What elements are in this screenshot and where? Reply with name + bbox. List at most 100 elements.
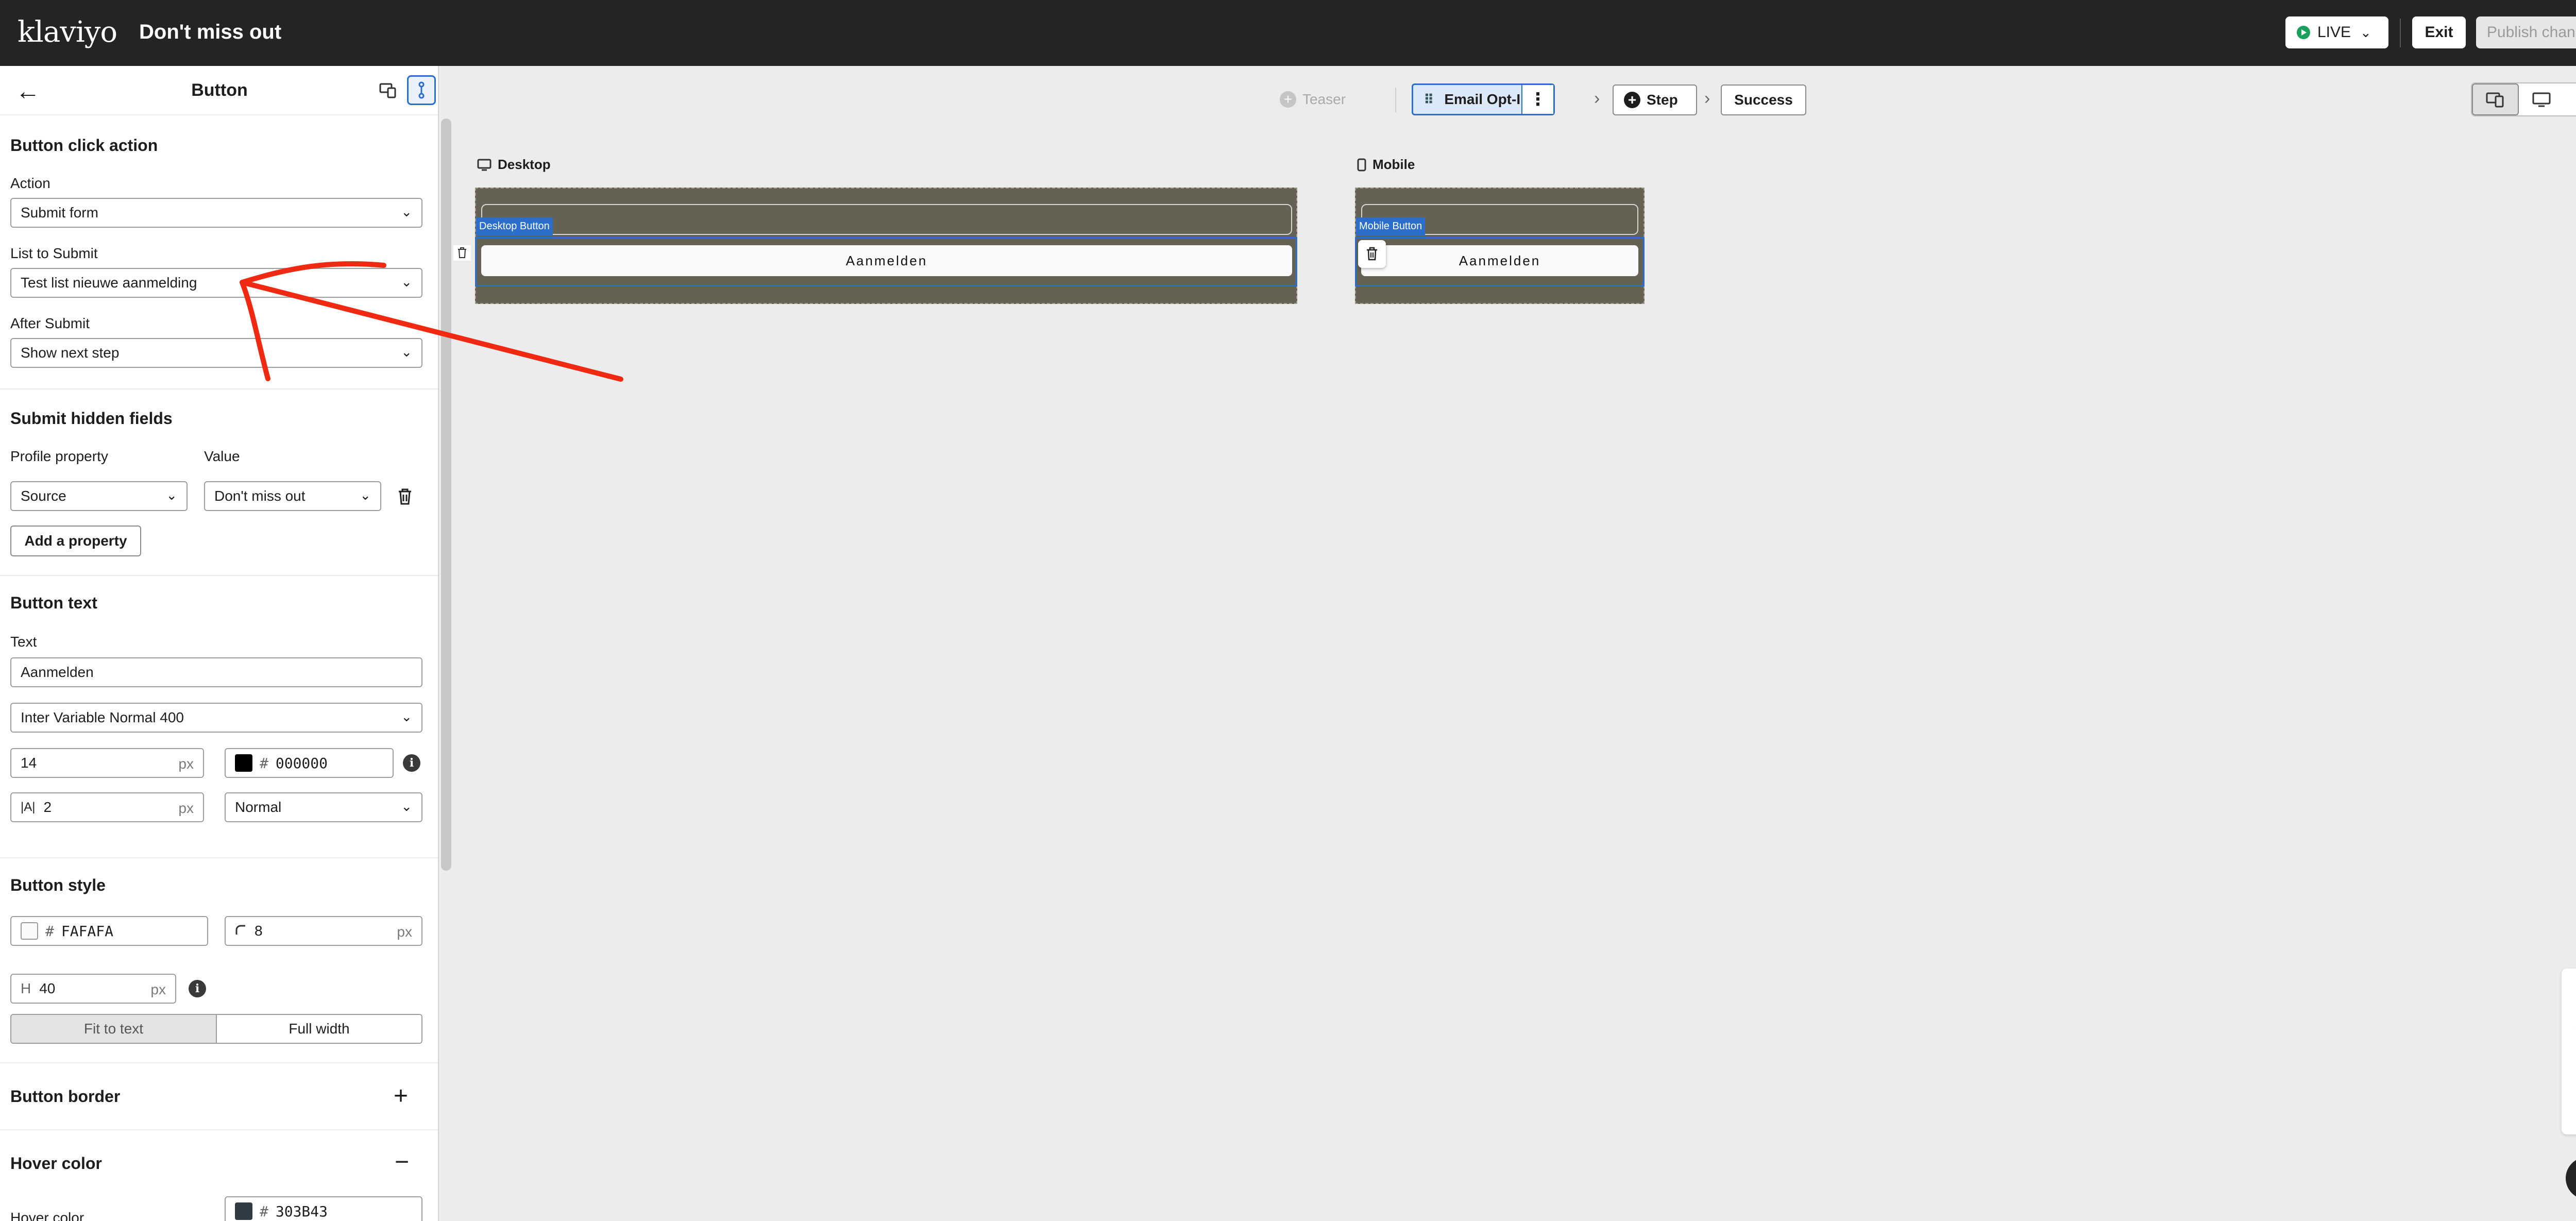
scroll-to-top-icon[interactable]: ↑ [2562,1093,2576,1134]
desktop-button-tag: Desktop Button [476,217,553,235]
action-value: Submit form [21,205,98,221]
tab-email-opt-in[interactable]: ⠿ Email Opt-In ⋮ [1412,83,1555,115]
section-title-hidden-fields: Submit hidden fields [10,409,173,428]
color-swatch[interactable] [235,1202,252,1220]
info-icon[interactable]: i [403,754,420,772]
tab-email-opt-in-label: Email Opt-In [1444,91,1530,107]
width-mode-toggle: Fit to text Full width [10,1014,422,1044]
divider [0,1062,438,1063]
hover-color-label: Hover color [10,1210,84,1221]
zoom-in-icon[interactable]: + [2562,970,2576,1011]
properties-panel: ← Button Button click action Action Subm… [0,66,439,1221]
divider [0,857,438,858]
fit-to-text-option[interactable]: Fit to text [11,1015,216,1043]
trash-icon[interactable] [395,486,415,510]
desktop-view-icon[interactable] [2519,83,2564,115]
button-height-input[interactable]: H 40 px [10,974,176,1004]
font-size-unit: px [178,756,194,772]
live-status-button[interactable]: LIVE ⌄ [2285,16,2388,48]
button-text-value: Aanmelden [21,664,94,680]
divider [0,388,438,389]
font-weight-value: Normal [235,799,282,815]
chevron-down-icon: ⌄ [401,204,412,219]
add-circle-icon: + [1624,92,1640,108]
trash-icon[interactable] [453,245,471,261]
list-select[interactable]: Test list nieuwe aanmelding ⌄ [10,268,422,298]
desktop-canvas-label: Desktop [477,157,551,173]
mobile-button-tag: Mobile Button [1356,217,1426,235]
chevron-down-icon: ⌄ [401,799,412,814]
desktop-submit-button[interactable]: Aanmelden [481,245,1292,276]
trash-icon[interactable] [1358,240,1386,268]
chevron-down-icon: ⌄ [401,709,412,724]
divider [2400,19,2401,47]
text-color-input[interactable]: # 000000 [225,748,394,778]
mobile-view-icon[interactable] [2564,83,2576,115]
font-size-value: 14 [21,755,37,771]
section-title-button-text: Button text [10,593,97,612]
info-icon[interactable]: i [189,980,206,997]
corner-radius-icon [235,923,246,939]
divider [0,575,438,576]
button-bg-color-input[interactable]: # FAFAFA [10,916,208,946]
element-tree-icon[interactable] [407,75,436,105]
list-value: Test list nieuwe aanmelding [21,275,197,291]
button-bg-color-value: FAFAFA [61,922,114,940]
both-devices-view-icon[interactable] [2472,83,2519,115]
tab-success[interactable]: Success [1721,84,1806,115]
property-value-select[interactable]: Don't miss out ⌄ [204,481,381,511]
tab-teaser[interactable]: + Teaser [1280,84,1346,114]
letter-spacing-value: 2 [43,799,52,815]
desktop-icon [477,159,492,171]
mobile-submit-button[interactable]: Aanmelden [1361,245,1638,276]
expand-plus-icon[interactable]: + [394,1082,408,1110]
corner-radius-input[interactable]: 8 px [225,916,422,946]
device-view-icon[interactable] [374,76,402,104]
more-options-icon[interactable]: ⋮ [1521,85,1553,114]
color-swatch[interactable] [21,922,38,940]
chevron-down-icon: ⌄ [401,344,412,360]
zoom-controls: + 80% − ↑ [2562,969,2576,1134]
add-property-button[interactable]: Add a property [10,525,141,556]
action-select[interactable]: Submit form ⌄ [10,198,422,228]
full-width-option[interactable]: Full width [216,1015,421,1043]
value-label: Value [204,448,240,464]
desktop-label-text: Desktop [498,157,551,172]
color-swatch[interactable] [235,754,252,772]
section-title-button-style: Button style [10,876,106,894]
mobile-canvas-label: Mobile [1357,157,1415,173]
font-value: Inter Variable Normal 400 [21,709,184,725]
device-view-toggle [2471,82,2576,116]
section-title-click-action: Button click action [10,136,158,155]
klaviyo-logo[interactable]: klaviyo [18,15,117,49]
help-button[interactable]: ? [2566,1157,2576,1199]
section-title-hover-color: Hover color [10,1154,102,1173]
panel-scrollbar[interactable] [441,118,451,871]
action-label: Action [10,175,50,191]
hover-color-input[interactable]: # 303B43 [225,1196,422,1221]
collapse-minus-icon[interactable]: − [395,1148,409,1176]
button-height-unit: px [150,981,166,997]
hash-prefix: # [45,922,54,940]
mobile-icon [1357,158,1366,171]
tab-teaser-label: Teaser [1302,91,1346,107]
font-select[interactable]: Inter Variable Normal 400 ⌄ [10,703,422,733]
font-weight-select[interactable]: Normal ⌄ [225,792,422,822]
email-input-preview[interactable] [481,204,1292,235]
profile-property-select[interactable]: Source ⌄ [10,481,188,511]
zoom-out-icon[interactable]: − [2562,1052,2576,1093]
publish-changes-button[interactable]: Publish changes [2476,16,2576,48]
height-prefix: H [21,980,31,996]
letter-spacing-input[interactable]: |A| 2 px [10,792,204,822]
zoom-level: 80% [2562,1021,2576,1036]
button-text-input[interactable]: Aanmelden [10,657,422,687]
after-submit-label: After Submit [10,315,90,331]
chevron-down-icon: ⌄ [401,274,412,290]
tab-add-step[interactable]: + Step [1613,84,1697,115]
after-submit-select[interactable]: Show next step ⌄ [10,338,422,368]
hash-prefix: # [260,754,268,772]
exit-button[interactable]: Exit [2412,16,2466,48]
drag-handle-icon[interactable]: ⠿ [1423,92,1434,108]
font-size-input[interactable]: 14 px [10,748,204,778]
tab-step-label: Step [1647,92,1678,108]
